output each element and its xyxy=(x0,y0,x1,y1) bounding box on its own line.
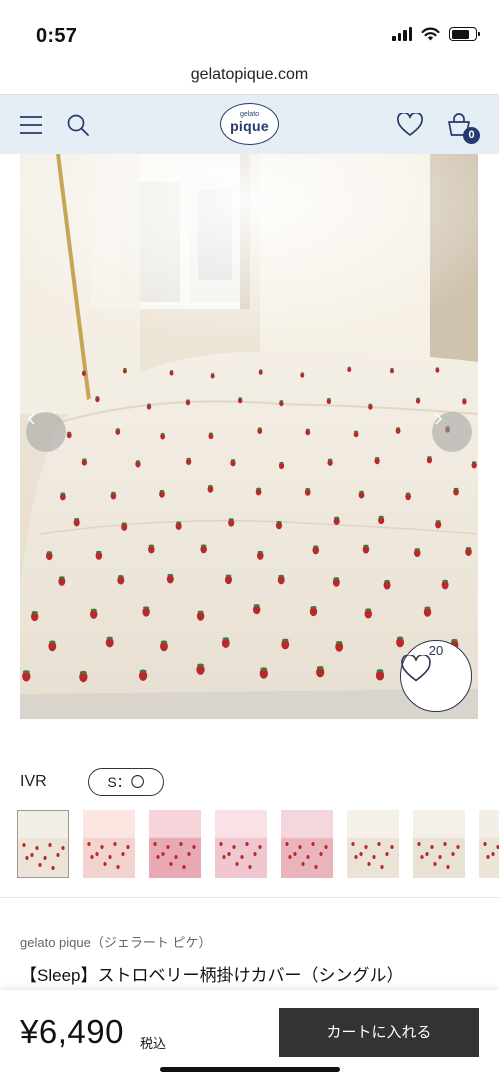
site-header: gelato pique 0 xyxy=(0,94,499,154)
cart-icon[interactable]: 0 xyxy=(445,111,480,144)
size-option-pill[interactable]: S：〇 xyxy=(88,768,164,796)
thumbnail-2[interactable] xyxy=(83,810,135,878)
menu-icon[interactable] xyxy=(17,111,45,139)
chevron-right-icon xyxy=(435,413,443,425)
brand-name: gelato pique（ジェラート ピケ） xyxy=(20,935,212,950)
status-icons xyxy=(392,27,480,41)
thumbnail-4[interactable] xyxy=(215,810,267,878)
wifi-icon xyxy=(421,27,440,41)
signal-icon xyxy=(392,27,412,41)
heart-icon[interactable] xyxy=(396,111,424,139)
url-bar[interactable]: gelatopique.com xyxy=(0,60,499,94)
color-selector-row: IVR S：〇 xyxy=(20,767,164,797)
favorite-button[interactable]: 20 xyxy=(400,640,472,712)
section-divider xyxy=(0,897,499,898)
cart-count-badge: 0 xyxy=(463,127,480,144)
thumbnail-5[interactable] xyxy=(281,810,333,878)
status-bar: 0:57 xyxy=(0,0,499,60)
prev-slide-button[interactable] xyxy=(26,412,66,452)
search-icon[interactable] xyxy=(64,111,92,139)
chevron-left-icon xyxy=(27,413,35,425)
site-logo[interactable]: gelato pique xyxy=(220,103,279,145)
next-slide-button[interactable] xyxy=(432,412,472,452)
battery-icon xyxy=(449,27,480,41)
thumbnail-strip xyxy=(17,810,499,880)
product-title: 【Sleep】ストロベリー柄掛けカバー（シングル） xyxy=(20,966,404,985)
thumbnail-1[interactable] xyxy=(17,810,69,878)
tax-label: 税込 xyxy=(140,1036,167,1051)
thumbnail-3[interactable] xyxy=(149,810,201,878)
heart-icon xyxy=(401,655,431,682)
logo-main-text: pique xyxy=(230,118,269,134)
add-to-cart-button[interactable]: カートに入れる xyxy=(279,1008,479,1057)
color-label: IVR xyxy=(20,773,47,790)
thumbnail-7[interactable] xyxy=(413,810,465,878)
product-image-carousel[interactable]: 20 xyxy=(20,154,478,719)
purchase-bar: ¥6,490 税込 カートに入れる xyxy=(0,990,499,1080)
status-time: 0:57 xyxy=(36,25,78,47)
thumbnail-8[interactable] xyxy=(479,810,499,878)
product-price: ¥6,490 xyxy=(20,1013,124,1050)
thumbnail-6[interactable] xyxy=(347,810,399,878)
product-photo xyxy=(20,154,478,719)
home-indicator xyxy=(160,1067,340,1072)
